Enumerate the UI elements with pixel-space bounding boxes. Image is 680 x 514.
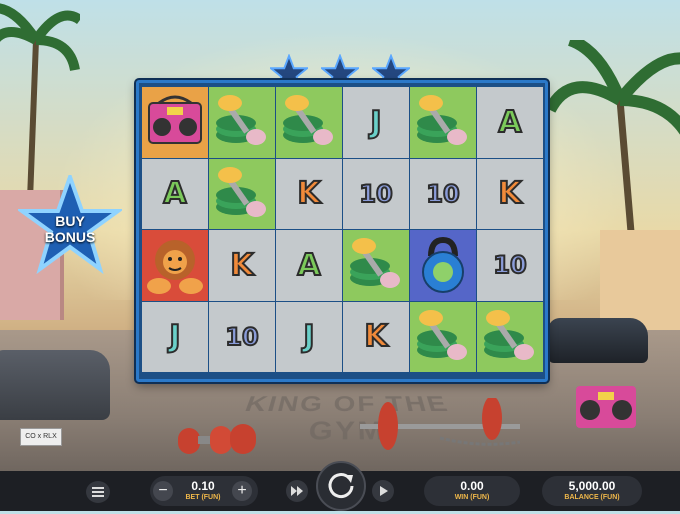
bet-decrease-button[interactable]: −	[153, 481, 173, 501]
bet-increase-button[interactable]: +	[232, 481, 252, 501]
dumbbell-plates-icon	[417, 309, 467, 360]
symbol-j: J	[302, 318, 315, 355]
minus-icon: −	[158, 482, 168, 499]
win-value: 0.00	[460, 479, 484, 493]
dumbbell-plates-icon	[283, 95, 333, 146]
reel-cell	[209, 158, 275, 229]
palm-tree-left	[0, 3, 80, 200]
reel-cell: J	[276, 301, 342, 372]
boombox-icon	[148, 95, 202, 145]
reel-cell	[142, 230, 208, 301]
reel-cell: 10	[343, 158, 409, 229]
balance-value: 5,000.00	[568, 479, 616, 493]
reel-cell: A	[477, 87, 543, 158]
building-right	[600, 230, 680, 330]
reel-cell	[477, 301, 543, 372]
symbol-10: 10	[358, 179, 393, 209]
menu-button[interactable]	[86, 481, 110, 503]
fast-forward-icon	[291, 486, 303, 496]
dumbbell-plates-icon	[484, 309, 534, 360]
reel-cell: K	[276, 158, 342, 229]
bet-value: 0.10	[191, 479, 215, 493]
symbol-k: K	[363, 318, 388, 355]
buy-bonus-button[interactable]: BUY BONUS	[18, 175, 122, 275]
symbol-k: K	[497, 175, 522, 212]
barbell-prop	[360, 398, 520, 450]
autoplay-button[interactable]	[372, 480, 394, 502]
reel-cell	[410, 230, 476, 301]
dumbbell-plates-icon	[417, 95, 467, 146]
dumbbell-plates-icon	[216, 95, 266, 146]
reel-cell: J	[142, 301, 208, 372]
dumbbells-prop	[178, 424, 256, 454]
lion-icon	[147, 240, 203, 295]
spin-icon	[328, 473, 354, 499]
symbol-10: 10	[492, 250, 527, 280]
symbol-k: K	[296, 175, 321, 212]
reel-cell: K	[343, 301, 409, 372]
kettlebell-icon	[422, 237, 464, 294]
symbol-a: A	[497, 104, 522, 141]
turbo-button[interactable]	[286, 480, 308, 502]
reel-cell: A	[142, 158, 208, 229]
reel-frame: J A A K 10 10 K K A 10 J 10 J K	[136, 80, 548, 382]
symbol-j: J	[369, 104, 382, 141]
reel-cell: 10	[410, 158, 476, 229]
buy-bonus-line2: BONUS	[44, 229, 96, 245]
reel-cell	[142, 87, 208, 158]
reel-cell: J	[343, 87, 409, 158]
reel-cell: 10	[477, 230, 543, 301]
reel-grid: J A A K 10 10 K K A 10 J 10 J K	[142, 87, 543, 377]
dumbbell-plates-icon	[350, 238, 400, 289]
reel-cell	[410, 301, 476, 372]
reel-cell	[410, 87, 476, 158]
license-plate: CO x RLX	[20, 428, 62, 446]
car-left	[0, 350, 110, 420]
symbol-j: J	[168, 318, 181, 355]
boombox-prop	[576, 386, 636, 428]
reel-cell: K	[209, 230, 275, 301]
reel-cell: K	[477, 158, 543, 229]
play-icon	[380, 486, 388, 496]
menu-icon	[92, 487, 104, 489]
reel-cell	[276, 87, 342, 158]
reel-cell: A	[276, 230, 342, 301]
balance-label: BALANCE (FUN)	[564, 494, 620, 501]
symbol-a: A	[162, 175, 187, 212]
reel-cell: 10	[209, 301, 275, 372]
car-right	[548, 318, 648, 363]
symbol-k: K	[229, 247, 254, 284]
symbol-a: A	[296, 247, 321, 284]
bet-label: BET (FUN)	[185, 494, 221, 501]
buy-bonus-label: BUY BONUS	[18, 213, 122, 245]
buy-bonus-line1: BUY	[55, 213, 85, 229]
plus-icon: +	[237, 482, 247, 499]
win-label: WIN (FUN)	[454, 494, 490, 501]
reel-cell	[209, 87, 275, 158]
symbol-10: 10	[224, 322, 259, 352]
reel-cell	[343, 230, 409, 301]
symbol-10: 10	[425, 179, 460, 209]
dumbbell-plates-icon	[216, 166, 266, 217]
spin-button[interactable]	[316, 461, 366, 511]
